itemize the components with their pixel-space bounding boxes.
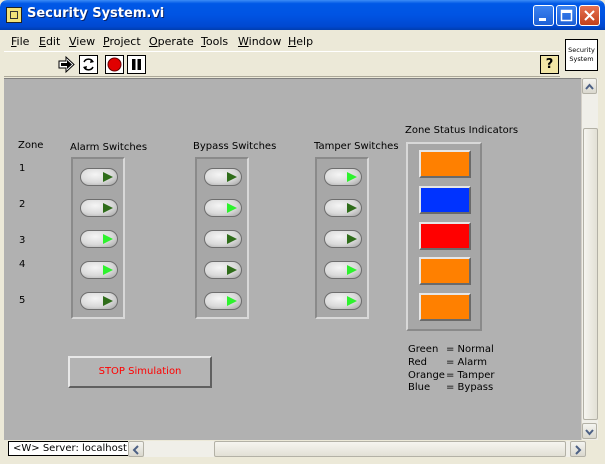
run-arrow-icon[interactable] <box>57 55 76 74</box>
zone-number: 3 <box>19 235 26 246</box>
alarm-switch-zone-1[interactable] <box>80 168 118 186</box>
scroll-up-button[interactable] <box>582 78 597 94</box>
maximize-button[interactable] <box>556 5 577 26</box>
menu-operate[interactable]: Operate <box>149 35 194 48</box>
zone-number: 2 <box>19 199 26 210</box>
horizontal-scrollbar[interactable] <box>128 441 586 457</box>
vi-connector-icon[interactable]: Security System <box>565 39 598 71</box>
abort-execution-icon[interactable] <box>105 55 124 74</box>
context-help-icon[interactable]: ? <box>540 55 559 74</box>
zone-status-indicator-4 <box>419 257 471 285</box>
menu-bar: File Edit View Project Operate Tools Win… <box>4 31 560 51</box>
bypass-switch-zone-1[interactable] <box>204 168 242 186</box>
legend-item: Green = Normal <box>408 344 494 355</box>
bypass-switches-label: Bypass Switches <box>193 141 277 152</box>
bypass-switch-zone-2[interactable] <box>204 199 242 217</box>
switch-led-icon <box>227 296 237 306</box>
bypass-switches-group <box>195 157 249 319</box>
alarm-switch-zone-3[interactable] <box>80 230 118 248</box>
vertical-scrollbar[interactable] <box>581 78 598 440</box>
close-button[interactable] <box>579 5 600 26</box>
menu-help[interactable]: Help <box>288 35 313 48</box>
legend-item: Blue = Bypass <box>408 382 494 393</box>
switch-led-icon <box>103 203 113 213</box>
minimize-button[interactable] <box>533 5 554 26</box>
zone-status-indicator-3 <box>419 222 471 250</box>
tamper-switch-zone-4[interactable] <box>324 261 362 279</box>
menu-tools[interactable]: Tools <box>201 35 228 48</box>
run-continuously-icon[interactable] <box>79 55 98 74</box>
menu-edit[interactable]: Edit <box>39 35 60 48</box>
switch-led-icon <box>103 296 113 306</box>
switch-led-icon <box>347 296 357 306</box>
legend-item: Orange= Tamper <box>408 370 495 381</box>
switch-led-icon <box>227 172 237 182</box>
toolbar: ? <box>4 51 560 77</box>
zone-status-indicator-1 <box>419 150 471 178</box>
switch-led-icon <box>227 265 237 275</box>
zone-number: 1 <box>19 163 26 174</box>
scroll-right-button[interactable] <box>570 441 586 457</box>
tamper-switch-zone-3[interactable] <box>324 230 362 248</box>
switch-led-icon <box>103 265 113 275</box>
vertical-scroll-thumb[interactable] <box>583 128 598 420</box>
bypass-switch-zone-5[interactable] <box>204 292 242 310</box>
bypass-switch-zone-4[interactable] <box>204 261 242 279</box>
zone-status-indicators-group <box>406 142 482 331</box>
alarm-switches-group <box>71 157 125 319</box>
legend-item: Red = Alarm <box>408 357 487 368</box>
menu-file-rest: ile <box>16 35 30 48</box>
zone-number: 4 <box>19 259 26 270</box>
vi-window-icon <box>6 7 22 23</box>
tamper-switch-zone-1[interactable] <box>324 168 362 186</box>
alarm-switches-label: Alarm Switches <box>70 142 148 153</box>
horizontal-scroll-thumb[interactable] <box>214 441 566 457</box>
menu-view[interactable]: View <box>69 35 95 48</box>
tamper-switches-label: Tamper Switches <box>314 141 399 152</box>
zone-number: 5 <box>19 295 26 306</box>
switch-led-icon <box>347 265 357 275</box>
front-panel: Zone 1 2 3 4 5 Alarm Switches Bypass Swi… <box>4 78 581 441</box>
zone-header: Zone <box>18 140 44 151</box>
pause-icon[interactable] <box>127 55 146 74</box>
alarm-switch-zone-2[interactable] <box>80 199 118 217</box>
tamper-switches-group <box>315 157 369 319</box>
scroll-down-button[interactable] <box>582 423 597 439</box>
menu-file[interactable]: File <box>11 35 29 48</box>
zone-status-indicator-5 <box>419 293 471 321</box>
switch-led-icon <box>347 172 357 182</box>
switch-led-icon <box>103 172 113 182</box>
menu-project[interactable]: Project <box>103 35 141 48</box>
stop-simulation-button[interactable]: STOP Simulation <box>68 356 212 388</box>
alarm-switch-zone-4[interactable] <box>80 261 118 279</box>
alarm-switch-zone-5[interactable] <box>80 292 118 310</box>
menu-window[interactable]: Window <box>238 35 281 48</box>
title-bar[interactable]: Security System.vi <box>0 0 605 30</box>
labview-window: Security System.vi File Edit View Projec… <box>0 0 605 464</box>
switch-led-icon <box>227 203 237 213</box>
switch-led-icon <box>347 203 357 213</box>
switch-led-icon <box>103 234 113 244</box>
zone-status-label: Zone Status Indicators <box>405 125 519 136</box>
window-title: Security System.vi <box>27 6 165 21</box>
scroll-left-button[interactable] <box>128 441 144 457</box>
switch-led-icon <box>347 234 357 244</box>
bypass-switch-zone-3[interactable] <box>204 230 242 248</box>
zone-status-indicator-2 <box>419 186 471 214</box>
switch-led-icon <box>227 234 237 244</box>
tamper-switch-zone-5[interactable] <box>324 292 362 310</box>
server-indicator: <W> Server: localhost <box>8 441 132 456</box>
tamper-switch-zone-2[interactable] <box>324 199 362 217</box>
status-bar: <W> Server: localhost <box>4 440 598 458</box>
